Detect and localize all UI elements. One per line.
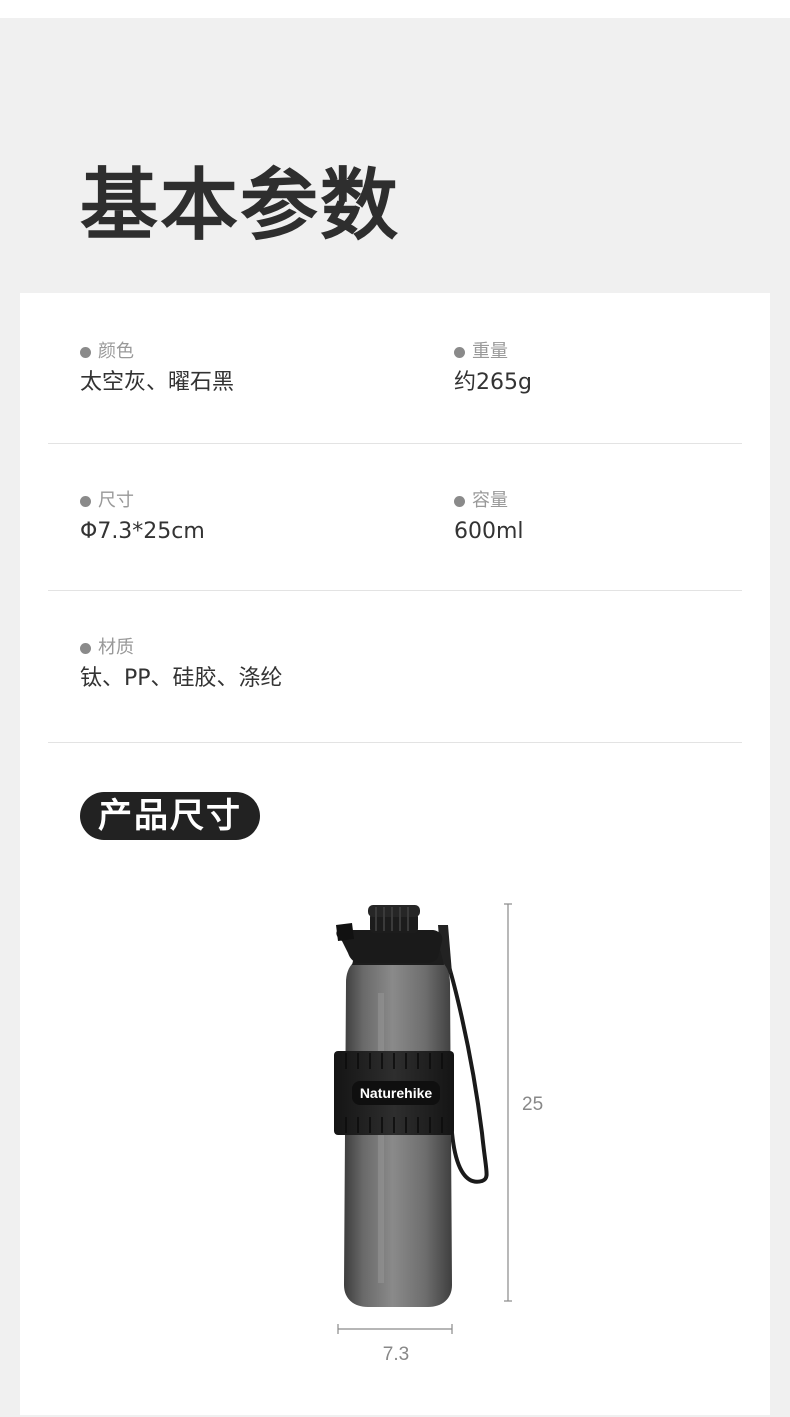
height-label: 25 <box>522 1094 543 1115</box>
spec-row: 材质 钛、PP、硅胶、涤纶 <box>48 590 742 743</box>
bullet-icon <box>454 495 465 507</box>
section-heading-badge: 产品尺寸 <box>80 792 260 840</box>
page-title: 基本参数 <box>80 161 401 251</box>
spec-value: 约265g <box>454 370 532 395</box>
bullet-icon <box>80 495 91 507</box>
spec-row: 尺寸 Φ7.3*25cm 容量 600ml <box>48 443 742 591</box>
spec-label: 尺寸 <box>98 490 134 511</box>
spec-label: 材质 <box>98 637 134 658</box>
spec-card: 颜色 太空灰、曜石黑 重量 约265g 尺寸 Φ7.3*25cm 容量 600m… <box>20 293 770 1415</box>
bullet-icon <box>454 346 465 358</box>
width-label: 7.3 <box>383 1344 409 1365</box>
bullet-icon <box>80 346 91 358</box>
bottle-illustration: Naturehike 25 7.3 <box>334 903 543 1365</box>
bottle-highlight <box>378 993 384 1283</box>
spec-value: 太空灰、曜石黑 <box>80 370 235 395</box>
spec-label: 颜色 <box>98 341 134 362</box>
top-strip <box>0 0 790 18</box>
spec-item-material: 材质 钛、PP、硅胶、涤纶 <box>80 637 283 693</box>
spec-label: 容量 <box>472 490 508 511</box>
spec-row: 颜色 太空灰、曜石黑 重量 约265g <box>48 293 742 444</box>
spec-value: Φ7.3*25cm <box>80 519 205 544</box>
spec-item-size: 尺寸 Φ7.3*25cm <box>80 490 205 546</box>
spec-item-weight: 重量 约265g <box>454 341 532 397</box>
bullet-icon <box>80 642 91 654</box>
spec-value: 600ml <box>454 519 524 544</box>
spec-item-color: 颜色 太空灰、曜石黑 <box>80 341 234 397</box>
spec-label: 重量 <box>472 341 508 362</box>
lid-spout <box>336 923 354 941</box>
spec-value: 钛、PP、硅胶、涤纶 <box>80 666 283 691</box>
spec-item-capacity: 容量 600ml <box>454 490 524 546</box>
brand-logo: Naturehike <box>360 1085 433 1101</box>
product-dimension-figure: Naturehike 25 7.3 <box>20 873 770 1413</box>
